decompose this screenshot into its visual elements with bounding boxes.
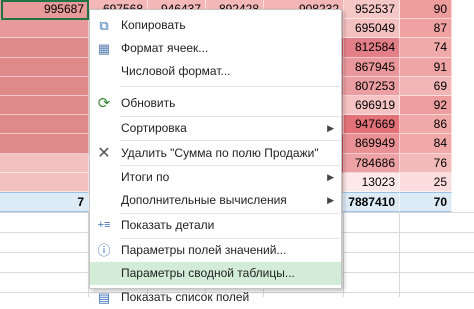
grand-total-cell[interactable]: 70 <box>400 192 452 212</box>
grand-total-cell[interactable]: 7887410 <box>344 192 400 212</box>
menu-item-label: Числовой формат... <box>121 64 231 78</box>
menu-item-label: Копировать <box>121 18 186 32</box>
grid-cell[interactable]: 84 <box>400 134 452 154</box>
menu-item-label: Показать детали <box>121 218 215 232</box>
menu-item-copy[interactable]: ⧉ Копировать <box>90 14 341 37</box>
grid-cell[interactable]: 952537 <box>344 0 400 20</box>
refresh-icon: ⟳ <box>97 95 111 112</box>
menu-item-label: Итоги по <box>121 170 170 184</box>
grid-cell[interactable]: 92 <box>400 96 452 116</box>
grid-cell[interactable] <box>0 153 89 173</box>
menu-item-label: Дополнительные вычисления <box>121 193 287 207</box>
delete-x-icon: ✕ <box>97 145 111 162</box>
menu-item-label: Удалить "Сумма по полю Продажи" <box>121 146 319 160</box>
grid-cell[interactable]: 696919 <box>344 96 400 116</box>
menu-separator <box>120 86 340 87</box>
grid-cell[interactable]: 869949 <box>344 134 400 154</box>
show-details-icon: +≡ <box>97 219 111 231</box>
grid-cell[interactable]: 807253 <box>344 76 400 96</box>
menu-item-value-field-settings[interactable]: ⓘ Параметры полей значений... <box>90 239 341 262</box>
menu-item-label: Формат ячеек... <box>121 41 209 55</box>
gridline <box>399 212 400 297</box>
grid-cell[interactable]: 91 <box>400 57 452 77</box>
submenu-arrow-icon: ▶ <box>327 172 334 182</box>
grid-cell[interactable]: 90 <box>400 0 452 20</box>
grid-cell[interactable]: 867945 <box>344 57 400 77</box>
menu-item-sort[interactable]: Сортировка ▶ <box>90 117 341 140</box>
menu-separator <box>120 140 340 141</box>
selected-cell-outline <box>1 0 89 20</box>
menu-item-show-values-as[interactable]: Дополнительные вычисления ▶ <box>90 189 341 212</box>
grid-cell[interactable]: 74 <box>400 38 452 58</box>
grand-total-cell[interactable]: 7 <box>0 192 89 212</box>
menu-item-label: Сортировка <box>121 121 187 135</box>
menu-item-number-format[interactable]: Числовой формат... <box>90 60 341 83</box>
field-list-icon: ▤ <box>97 290 111 305</box>
menu-item-summarize-by[interactable]: Итоги по ▶ <box>90 166 341 189</box>
grid-cell[interactable] <box>0 76 89 96</box>
gridline <box>343 212 344 297</box>
context-menu: ⧉ Копировать ▦ Формат ячеек... Числовой … <box>89 9 342 305</box>
menu-item-label: Параметры полей значений... <box>121 243 287 257</box>
grid-cell[interactable]: 695049 <box>344 19 400 39</box>
grid-cell[interactable] <box>0 172 89 192</box>
grid-cell[interactable]: 86 <box>400 115 452 135</box>
grid-cell[interactable]: 784686 <box>344 153 400 173</box>
grid-cell[interactable]: 947669 <box>344 115 400 135</box>
format-cells-icon: ▦ <box>97 41 111 56</box>
grid-cell[interactable]: 76 <box>400 153 452 173</box>
menu-item-refresh[interactable]: ⟳ Обновить <box>90 92 341 115</box>
grid-cell[interactable]: 87 <box>400 19 452 39</box>
menu-item-label: Параметры сводной таблицы... <box>121 266 295 280</box>
copy-icon: ⧉ <box>99 18 109 33</box>
grid-cell[interactable] <box>0 115 89 135</box>
field-settings-icon: ⓘ <box>97 243 111 258</box>
grid-cell[interactable] <box>0 38 89 58</box>
menu-item-remove-field[interactable]: ✕ Удалить "Сумма по полю Продажи" <box>90 142 341 165</box>
grid-cell[interactable] <box>0 57 89 77</box>
menu-item-pivot-options[interactable]: Параметры сводной таблицы... <box>90 262 341 285</box>
submenu-arrow-icon: ▶ <box>327 195 334 205</box>
menu-item-show-details[interactable]: +≡ Показать детали <box>90 214 341 237</box>
submenu-arrow-icon: ▶ <box>327 123 334 133</box>
grid-cell[interactable]: 13023 <box>344 172 400 192</box>
grid-cell[interactable]: 812584 <box>344 38 400 58</box>
grid-cell[interactable] <box>0 19 89 39</box>
grid-cell[interactable]: 69 <box>400 76 452 96</box>
grid-cell[interactable] <box>0 134 89 154</box>
grid-cell[interactable]: 25 <box>400 172 452 192</box>
menu-item-label: Показать список полей <box>121 290 250 304</box>
menu-item-format-cells[interactable]: ▦ Формат ячеек... <box>90 37 341 60</box>
menu-item-label: Обновить <box>121 96 176 110</box>
grid-cell[interactable] <box>0 96 89 116</box>
menu-item-show-field-list[interactable]: ▤ Показать список полей <box>90 286 341 309</box>
